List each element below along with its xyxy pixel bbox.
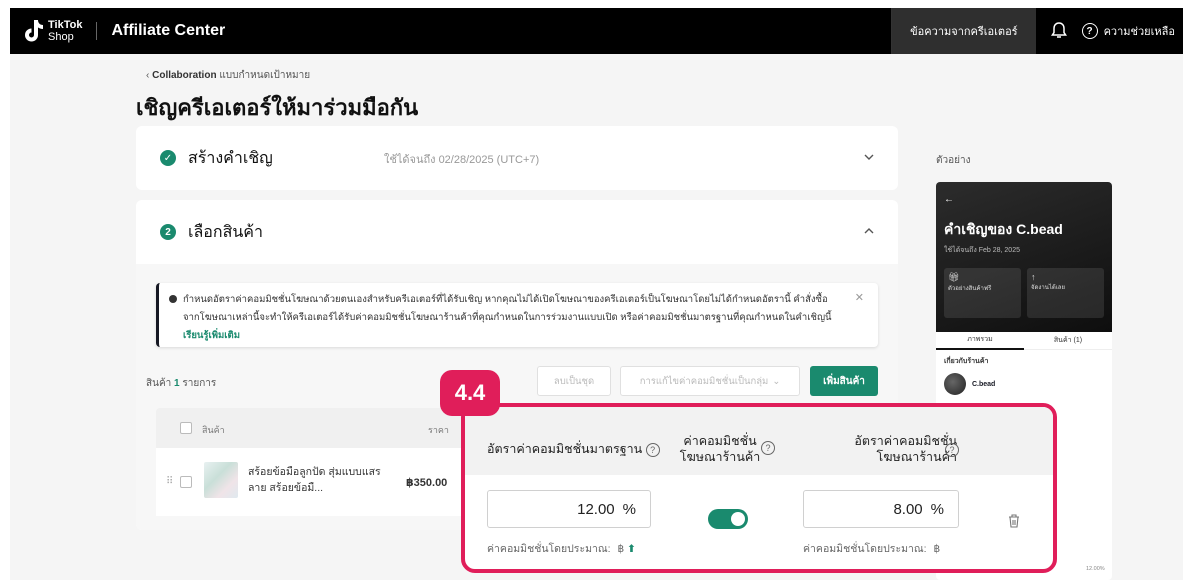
- standard-commission-input[interactable]: 12.00 %: [487, 490, 651, 528]
- products-suffix: รายการ: [182, 378, 217, 389]
- tiktok-logo-icon: [22, 18, 44, 44]
- estimate-label: ค่าคอมมิชชั่นโดยประมาณ:: [487, 543, 611, 555]
- ads-toggle-label: ค่าคอมมิชชั่นโฆษณาร้านค้า: [679, 434, 761, 464]
- standard-estimate: ค่าคอมมิชชั่นโดยประมาณ: ฿ ⬆: [487, 540, 636, 557]
- preview-title: คำเชิญของ C.bead: [944, 221, 1063, 237]
- ads-rate-label: อัตราค่าคอมมิชชั่นโฆษณาร้านค้า: [854, 434, 957, 464]
- creator-messages-button[interactable]: ข้อความจากครีเอเตอร์: [891, 8, 1036, 54]
- standard-commission-value: 12.00: [577, 500, 615, 518]
- breadcrumb[interactable]: ‹ Collaboration แบบกำหนดเป้าหมาย: [146, 68, 310, 83]
- tiktok-shop-logo[interactable]: TikTok Shop: [22, 18, 82, 44]
- step-create-invitation[interactable]: ✓ สร้างคำเชิญ ใช้ได้จนถึง 02/28/2025 (UT…: [136, 126, 898, 190]
- page-title: เชิญครีเอเตอร์ให้มาร่วมมือกัน: [136, 95, 419, 120]
- add-product-button[interactable]: เพิ่มสินค้า: [810, 366, 878, 396]
- preview-tile-sample: 🎁︎ ตัวอย่างสินค้าฟรี: [944, 268, 1021, 318]
- avatar: [944, 373, 966, 395]
- preview-subtitle: ใช้ได้จนถึง Feb 28, 2025: [944, 247, 1020, 254]
- learn-more-link[interactable]: เรียนรู้เพิ่มเติม: [183, 330, 240, 341]
- help-circle-icon[interactable]: ?: [645, 442, 660, 457]
- step2-title: เลือกสินค้า: [188, 223, 263, 241]
- step1-title: สร้างคำเชิญ: [188, 149, 273, 167]
- arrow-up-icon: ⬆: [627, 543, 636, 555]
- ads-commission-rate-header: อัตราค่าคอมมิชชั่นโฆษณาร้านค้า: [827, 433, 957, 465]
- step-number-badge: 2: [160, 224, 176, 240]
- percent-sign: %: [930, 500, 944, 518]
- notice-text: กำหนดอัตราค่าคอมมิชชั่นโฆษณาด้วยตนเองสำห…: [183, 294, 832, 323]
- step-badge: 4.4: [440, 370, 500, 416]
- valid-until-text: ใช้ได้จนถึง 02/28/2025 (UTC+7): [384, 154, 540, 166]
- notification-bell-icon[interactable]: [1036, 8, 1082, 54]
- table-row: ⠿ สร้อยข้อมือลูกปัด สุ่มแบบแสรลาย สร้อยข…: [156, 448, 476, 516]
- chevron-down-icon[interactable]: [862, 150, 876, 164]
- row-checkbox[interactable]: [180, 476, 192, 488]
- trash-icon[interactable]: [1007, 513, 1021, 529]
- ads-estimate: ค่าคอมมิชชั่นโดยประมาณ: ฿: [803, 540, 940, 557]
- products-count: สินค้า 1 รายการ: [146, 376, 216, 391]
- products-count-number: 1: [174, 378, 180, 389]
- check-circle-icon: ✓: [160, 150, 176, 166]
- preview-tile-event: ↑ จัดงานได้เลย: [1027, 268, 1104, 318]
- help-button[interactable]: ? ความช่วยเหลือ: [1081, 22, 1183, 40]
- commission-settings-highlight: อัตราค่าคอมมิชชั่นมาตรฐาน ? ค่าคอมมิชชั่…: [461, 403, 1057, 573]
- breadcrumb-parent[interactable]: Collaboration: [152, 70, 216, 81]
- product-thumbnail: [204, 462, 238, 498]
- ads-commission-input[interactable]: 8.00 %: [803, 490, 959, 528]
- help-label: ความช่วยเหลือ: [1103, 26, 1175, 38]
- bulk-edit-label: การแก้ไขค่าคอมมิชชั่นเป็นกลุ่ม: [639, 375, 769, 387]
- preview-creator-name: C.bead: [972, 380, 996, 388]
- logo-line-2: Shop: [48, 31, 74, 43]
- close-icon[interactable]: ✕: [855, 289, 864, 307]
- help-icon: ?: [1081, 23, 1098, 39]
- standard-commission-header: อัตราค่าคอมมิชชั่นมาตรฐาน ?: [487, 441, 660, 457]
- header-product: สินค้า: [202, 425, 225, 435]
- preview-section-title: เกี่ยวกับร้านค้า: [944, 358, 989, 365]
- chevron-down-icon: ⌄: [772, 375, 781, 387]
- products-prefix: สินค้า: [146, 378, 172, 389]
- preview-label: ตัวอย่าง: [936, 155, 971, 166]
- gift-icon: 🎁︎: [948, 272, 960, 282]
- ads-commission-toggle[interactable]: [708, 509, 748, 529]
- ads-commission-value: 8.00: [893, 500, 923, 518]
- breadcrumb-current: แบบกำหนดเป้าหมาย: [219, 70, 311, 81]
- product-name: สร้อยข้อมือลูกปัด สุ่มแบบแสรลาย สร้อยข้อ…: [248, 466, 381, 494]
- bulk-edit-commission-dropdown[interactable]: การแก้ไขค่าคอมมิชชั่นเป็นกลุ่ม ⌄: [620, 366, 800, 396]
- logo-line-1: TikTok: [48, 19, 83, 31]
- percent-sign: %: [622, 500, 636, 518]
- currency-symbol: ฿: [617, 543, 625, 555]
- preview-side-rate: 12.00%: [1086, 566, 1105, 572]
- header-divider: [96, 22, 98, 40]
- info-icon: [169, 295, 177, 303]
- select-all-checkbox[interactable]: [180, 422, 192, 434]
- tile2-label: จัดงานได้เลย: [1031, 285, 1065, 291]
- product-table-header: สินค้า ราคา: [156, 408, 476, 448]
- product-price: ฿350.00: [406, 477, 448, 489]
- estimate-label: ค่าคอมมิชชั่นโดยประมาณ:: [803, 543, 927, 555]
- chevron-up-icon[interactable]: [862, 224, 876, 238]
- tile1-label: ตัวอย่างสินค้าฟรี: [948, 286, 992, 292]
- back-arrow-icon: ←: [944, 194, 954, 205]
- header-price: ราคา: [428, 425, 449, 435]
- arrow-up-icon: ↑: [1031, 272, 1036, 282]
- ads-commission-notice: กำหนดอัตราค่าคอมมิชชั่นโฆษณาด้วยตนเองสำห…: [156, 283, 878, 347]
- app-title[interactable]: Affiliate Center: [111, 22, 225, 40]
- ads-commission-toggle-header: ค่าคอมมิชชั่นโฆษณาร้านค้า: [675, 433, 765, 465]
- preview-tab-products: สินค้า (1): [1053, 337, 1083, 344]
- drag-handle-icon[interactable]: ⠿: [166, 476, 173, 487]
- currency-symbol: ฿: [933, 543, 941, 555]
- preview-tab-overview: ภาพรวม: [936, 332, 1024, 350]
- top-navigation-bar: TikTok Shop Affiliate Center ข้อความจากค…: [10, 8, 1183, 54]
- help-circle-icon[interactable]: ?: [761, 441, 775, 455]
- toggle-knob: [731, 512, 745, 526]
- standard-commission-label: อัตราค่าคอมมิชชั่นมาตรฐาน: [487, 442, 643, 456]
- help-circle-icon[interactable]: ?: [945, 443, 959, 457]
- remove-bulk-button[interactable]: ลบเป็นชุด: [537, 366, 611, 396]
